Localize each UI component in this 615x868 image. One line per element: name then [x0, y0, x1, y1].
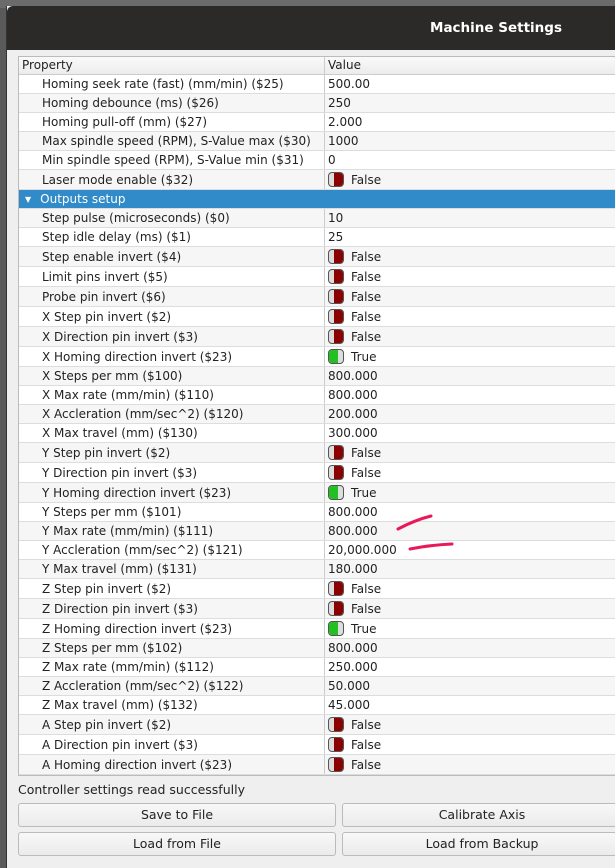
- annotation-stroke: [408, 542, 454, 551]
- annotation-marks: [396, 514, 454, 551]
- annotation-stroke: [396, 514, 433, 531]
